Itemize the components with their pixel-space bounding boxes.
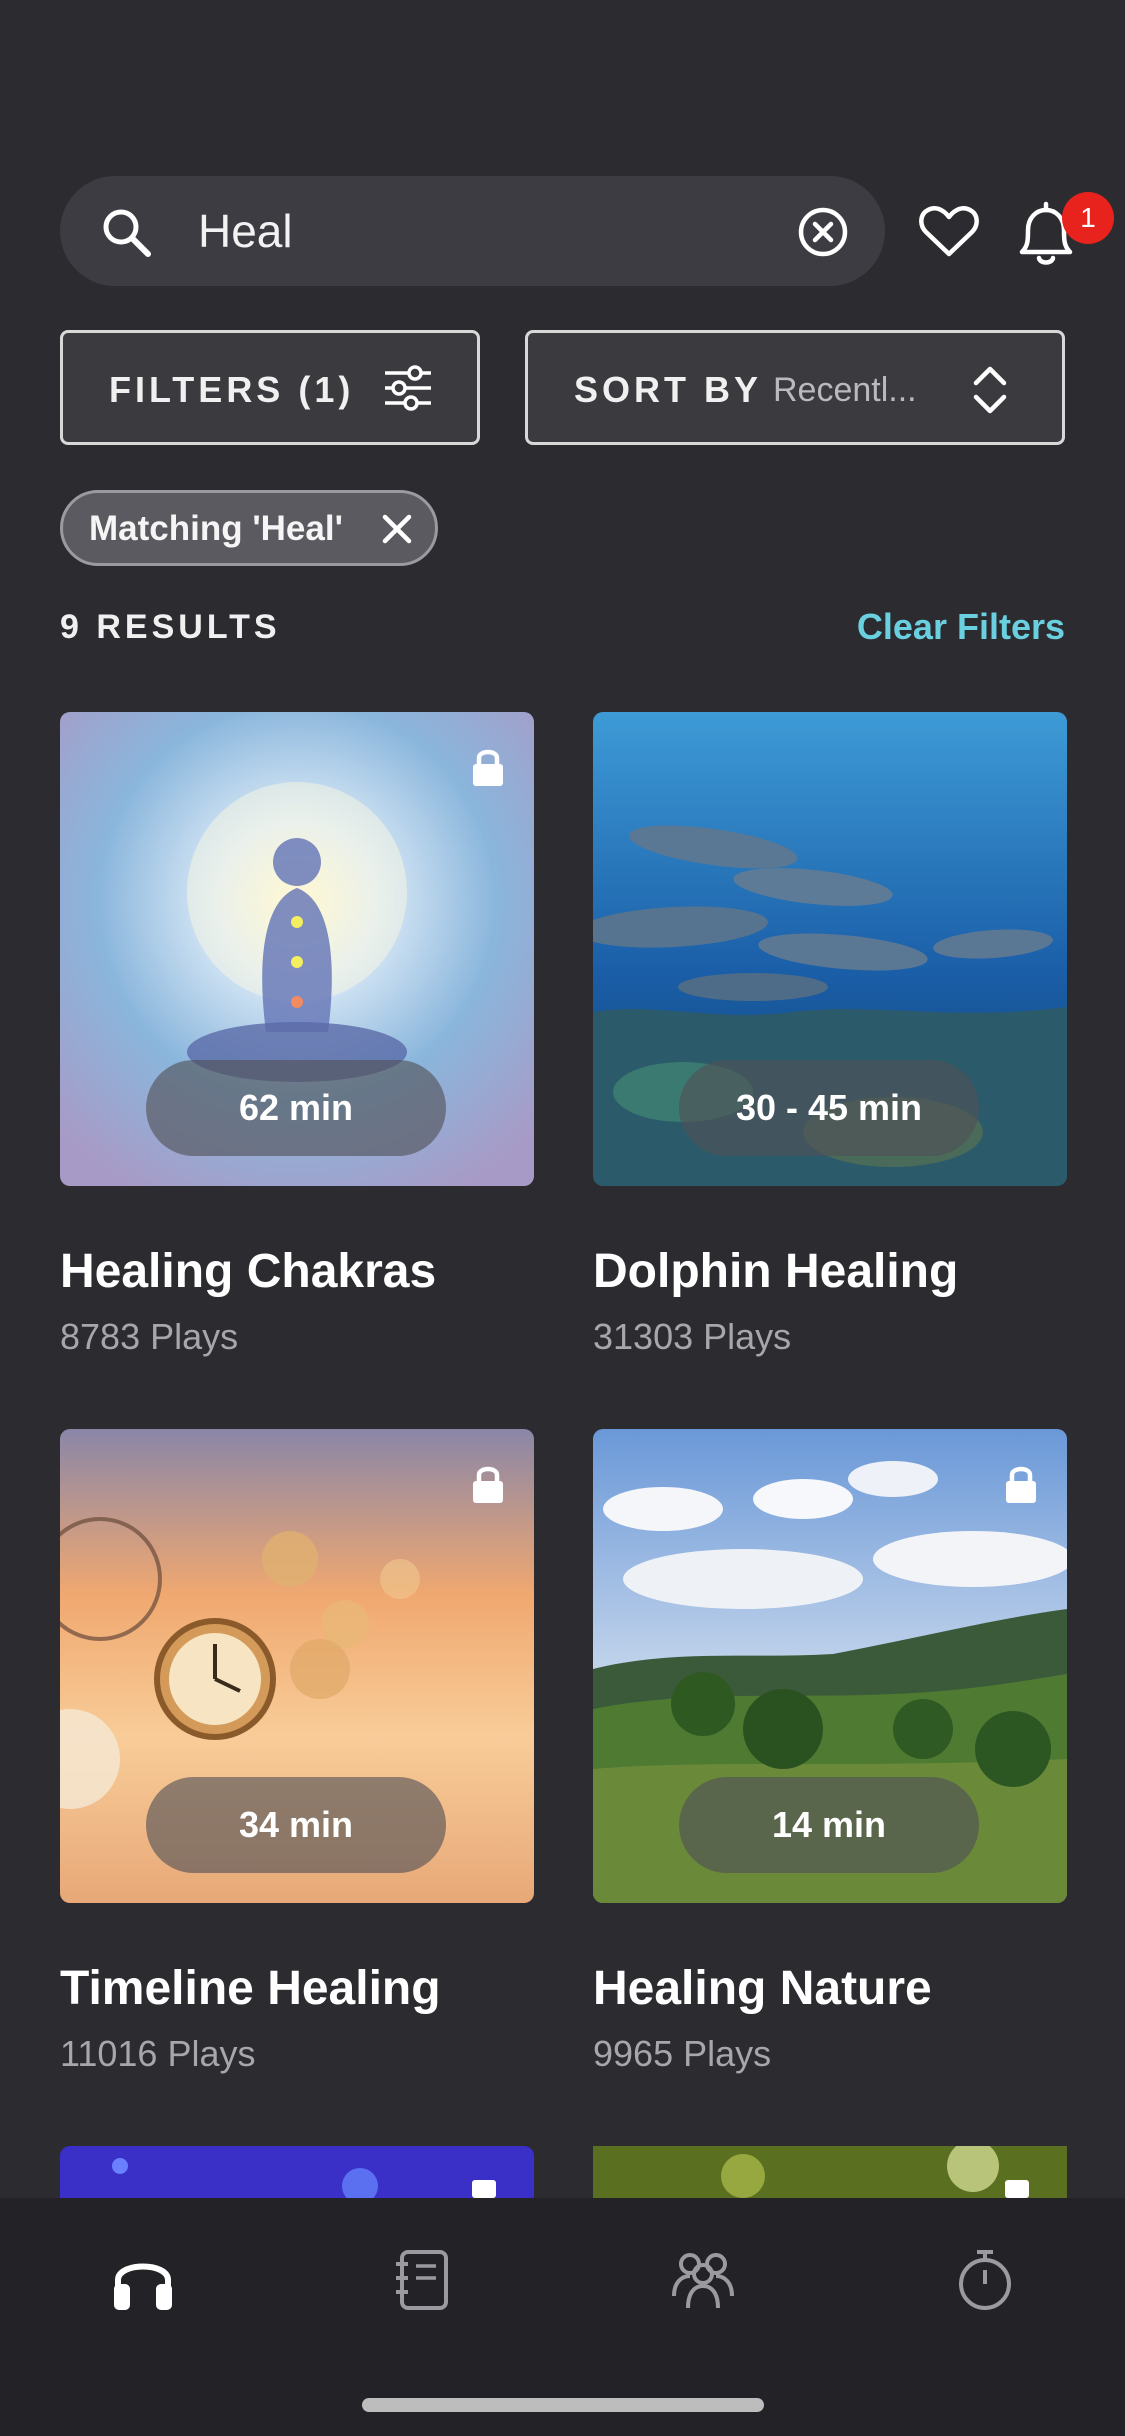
- close-icon[interactable]: [379, 511, 415, 547]
- heart-icon[interactable]: [918, 204, 980, 260]
- card-plays: 9965 Plays: [593, 2033, 772, 2074]
- duration-badge: 30 - 45 min: [679, 1060, 979, 1156]
- notifications-button[interactable]: 1: [1006, 192, 1114, 274]
- lock-icon: [473, 1466, 503, 1503]
- chevron-up-down-icon: [973, 366, 1007, 414]
- headphones-icon[interactable]: [108, 2244, 178, 2314]
- timer-icon[interactable]: [950, 2244, 1020, 2314]
- sort-label: SORT BY: [574, 369, 763, 410]
- duration-badge: 62 min: [146, 1060, 446, 1156]
- duration-badge: 14 min: [679, 1777, 979, 1873]
- card-title[interactable]: Healing Chakras: [60, 1244, 436, 1299]
- lock-icon: [1006, 1466, 1036, 1503]
- card-title[interactable]: Dolphin Healing: [593, 1244, 958, 1299]
- card-plays: 31303 Plays: [593, 1316, 792, 1357]
- results-count: 9 RESULTS: [60, 608, 281, 646]
- duration-badge: 34 min: [146, 1777, 446, 1873]
- card-thumbnail[interactable]: 62 min: [60, 712, 534, 1186]
- card-plays: 11016 Plays: [60, 2033, 256, 2074]
- search-row: Heal 1: [60, 176, 1114, 286]
- card-thumbnail[interactable]: 34 min: [60, 1429, 534, 1903]
- active-filter-chip[interactable]: Matching 'Heal': [60, 490, 438, 566]
- card-title[interactable]: Healing Nature: [593, 1961, 932, 2016]
- chip-label: Matching 'Heal': [89, 509, 343, 548]
- filters-button[interactable]: FILTERS (1): [60, 330, 480, 445]
- sliders-icon: [385, 365, 431, 411]
- clear-filters-link[interactable]: Clear Filters: [857, 606, 1065, 648]
- card-thumbnail[interactable]: 30 - 45 min: [593, 712, 1067, 1186]
- search-input[interactable]: Heal: [198, 200, 293, 262]
- clear-search-icon[interactable]: [797, 206, 849, 258]
- search-icon: [103, 209, 151, 257]
- search-bar[interactable]: Heal: [60, 176, 885, 286]
- notification-badge: 1: [1062, 192, 1114, 244]
- card-plays: 8783 Plays: [60, 1316, 239, 1357]
- community-icon[interactable]: [668, 2244, 738, 2314]
- card-partial-left[interactable]: [60, 2146, 534, 2198]
- sort-value: Recentl...: [773, 371, 917, 409]
- filters-label: FILTERS (1): [109, 369, 355, 410]
- lock-icon: [473, 749, 503, 786]
- card-title[interactable]: Timeline Healing: [60, 1961, 441, 2016]
- card-thumbnail[interactable]: 14 min: [593, 1429, 1067, 1903]
- card-thumbnail-partial: [593, 2146, 1067, 2198]
- home-indicator: [362, 2398, 764, 2412]
- card-partial-right[interactable]: [593, 2146, 1067, 2198]
- card-thumbnail-partial: [60, 2146, 534, 2198]
- sort-button[interactable]: SORT BY Recentl...: [525, 330, 1065, 445]
- journal-icon[interactable]: [388, 2244, 458, 2314]
